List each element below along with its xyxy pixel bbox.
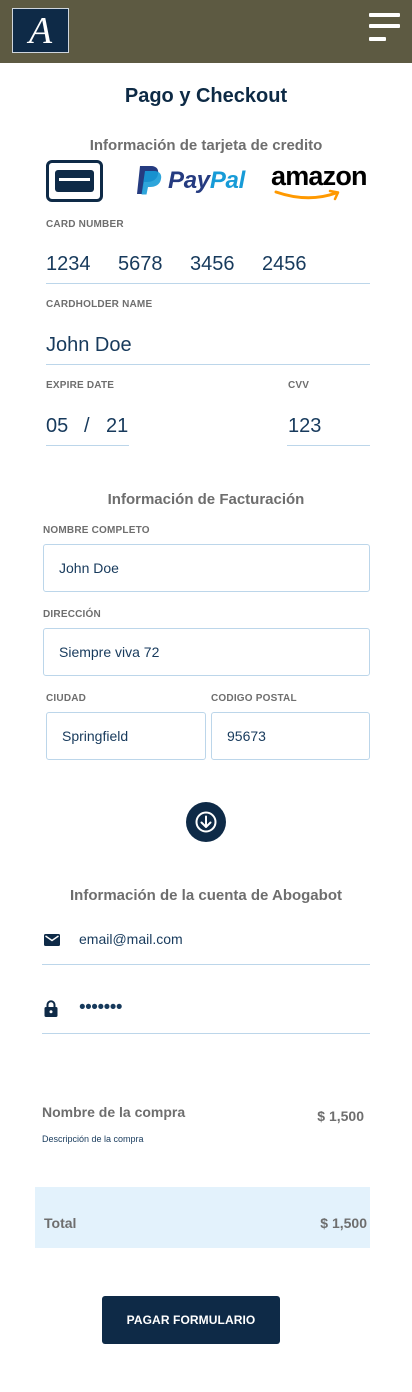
password-input[interactable]: •••••••	[42, 997, 370, 1034]
email-value: email@mail.com	[79, 931, 183, 947]
postal-code-label: CODIGO POSTAL	[211, 693, 297, 704]
purchase-name: Nombre de la compra	[42, 1104, 186, 1120]
card-number-group-3: 3456	[190, 253, 235, 275]
cardholder-name-label: CARDHOLDER NAME	[46, 299, 153, 310]
hamburger-menu-icon[interactable]	[366, 12, 400, 44]
cvv-value: 123	[288, 415, 322, 437]
credit-card-icon	[55, 170, 94, 192]
page-title: Pago y Checkout	[124, 85, 288, 107]
cvv-label: CVV	[288, 380, 310, 391]
amazon-method-button[interactable]: amazon	[270, 161, 376, 204]
password-mask: •••••••	[79, 997, 123, 1018]
city-value: Springfield	[62, 728, 129, 744]
top-navigation-bar: A	[0, 0, 412, 63]
expire-date-label: EXPIRE DATE	[46, 380, 115, 391]
paypal-wordmark: PayPal	[168, 167, 245, 194]
paypal-method-button[interactable]: PayPal	[136, 164, 256, 198]
cardholder-name-value: John Doe	[46, 334, 132, 356]
card-number-group-1: 1234	[46, 253, 91, 275]
account-section-title: Información de la cuenta de Abogabot	[70, 887, 342, 904]
card-number-input[interactable]: 1234 5678 3456 2456	[46, 252, 370, 284]
cardholder-name-input[interactable]: John Doe	[46, 333, 370, 365]
postal-code-value: 95673	[227, 728, 266, 744]
address-input[interactable]: Siempre viva 72	[43, 628, 370, 676]
email-input[interactable]: email@mail.com	[42, 929, 370, 965]
submit-payment-button[interactable]: PAGAR FORMULARIO	[102, 1296, 280, 1344]
paypal-logo-icon	[137, 166, 162, 195]
lock-icon	[44, 1000, 58, 1017]
logo-letter: A	[28, 9, 53, 52]
amazon-smile-arrow-icon	[274, 189, 340, 201]
full-name-input[interactable]: John Doe	[43, 544, 370, 592]
arrow-down-icon	[195, 811, 217, 833]
city-label: CIUDAD	[46, 693, 87, 704]
purchase-price: $ 1,500	[317, 1108, 364, 1124]
full-name-value: John Doe	[59, 560, 119, 576]
full-name-label: NOMBRE COMPLETO	[43, 525, 150, 536]
cvv-input[interactable]: 123	[287, 414, 370, 446]
postal-code-input[interactable]: 95673	[211, 712, 370, 760]
card-number-group-2: 5678	[118, 253, 163, 275]
scroll-down-button[interactable]	[186, 802, 226, 842]
expire-month-value: 05	[46, 415, 69, 437]
total-label: Total	[44, 1215, 77, 1231]
billing-section-title: Información de Facturación	[107, 491, 305, 508]
brand-logo[interactable]: A	[12, 8, 69, 53]
expire-separator: /	[84, 415, 90, 437]
total-amount: $ 1,500	[320, 1215, 367, 1231]
card-section-title: Información de tarjeta de credito	[89, 137, 323, 154]
purchase-description: Descripción de la compra	[42, 1134, 144, 1144]
expire-date-input[interactable]: 05 / 21	[46, 414, 129, 446]
envelope-icon	[44, 934, 60, 946]
expire-year-value: 21	[106, 415, 129, 437]
address-label: DIRECCIÓN	[43, 609, 101, 620]
credit-card-method-button[interactable]	[46, 160, 103, 202]
card-number-group-4: 2456	[262, 253, 307, 275]
address-value: Siempre viva 72	[59, 644, 160, 660]
amazon-wordmark: amazon	[271, 161, 368, 191]
total-summary: Total $ 1,500	[35, 1187, 370, 1248]
card-number-label: CARD NUMBER	[46, 219, 124, 230]
city-input[interactable]: Springfield	[46, 712, 206, 760]
